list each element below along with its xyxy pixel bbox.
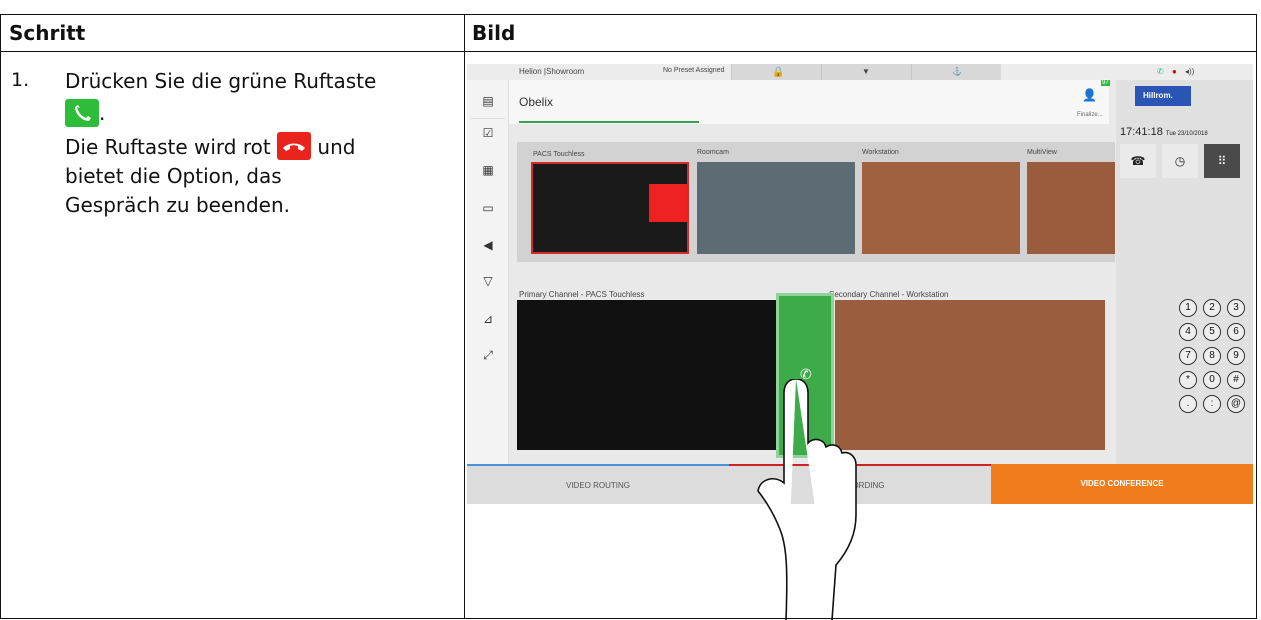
- keypad-key[interactable]: 9: [1227, 347, 1245, 365]
- lock-icon: 🔒: [772, 67, 785, 78]
- patient-header: Obelix: [509, 80, 1109, 124]
- primary-channel-label: Primary Channel - PACS Touchless: [519, 290, 645, 299]
- step-line-2b: und: [317, 134, 356, 159]
- secondary-channel-label: Secondary Channel - Workstation: [829, 290, 949, 299]
- record-indicator: [649, 184, 687, 222]
- history-button[interactable]: ◷: [1162, 144, 1198, 178]
- source-thumb-pacs[interactable]: PACS Touchless: [531, 151, 689, 254]
- keypad-key[interactable]: .: [1179, 395, 1197, 413]
- time-label: 17:41:18: [1120, 126, 1163, 138]
- chevron-down-icon: ▼: [862, 67, 870, 76]
- keypad-key[interactable]: 1: [1179, 299, 1197, 317]
- table-icon[interactable]: ⊿: [479, 312, 497, 328]
- audio-status-icon: ◂)): [1185, 67, 1195, 76]
- patient-card-icon[interactable]: ▤: [479, 94, 497, 110]
- user-icon: ⚓: [952, 67, 962, 76]
- stack-icon[interactable]: ▦: [479, 163, 497, 179]
- step-line-2a: Die Ruftaste wird rot: [65, 134, 271, 159]
- finalize-label: Finalize...: [1077, 112, 1103, 118]
- finalize-button[interactable]: 👤 97 Finalize...: [1067, 80, 1110, 124]
- source-thumb-workstation[interactable]: Workstation: [862, 149, 1020, 254]
- dialpad-button[interactable]: ⠿: [1204, 144, 1240, 178]
- source-label: PACS Touchless: [533, 151, 585, 158]
- header-step: Schritt: [9, 21, 86, 45]
- preset-label: No Preset Assigned: [663, 67, 725, 74]
- record-status-icon: ●: [1172, 67, 1177, 76]
- right-panel-buttons: ☎ ◷ ⠿: [1116, 144, 1253, 178]
- keypad-key[interactable]: 5: [1203, 323, 1221, 341]
- phonebook-button[interactable]: ☎: [1120, 144, 1156, 178]
- step-period: .: [99, 101, 106, 125]
- tab-video-routing[interactable]: VIDEO ROUTING: [467, 464, 729, 504]
- source-label: Roomcam: [697, 149, 729, 156]
- keypad-key[interactable]: 6: [1227, 323, 1245, 341]
- patient-progress: [519, 121, 699, 123]
- lock-segment[interactable]: 🔒: [731, 64, 821, 80]
- table-header: Schritt Bild: [1, 15, 1256, 52]
- step-text: Drücken Sie die grüne Ruftaste . Die Ruf…: [65, 67, 460, 220]
- source-strip: PACS Touchless Roomcam Workstation Multi…: [517, 142, 1115, 262]
- keypad-key[interactable]: 7: [1179, 347, 1197, 365]
- keypad-key[interactable]: 3: [1227, 299, 1245, 317]
- secondary-channel-view[interactable]: [835, 300, 1105, 450]
- step-line-3: bietet die Option, das: [65, 164, 282, 188]
- red-hangup-icon: [277, 132, 312, 160]
- hand-pointer-icon: [757, 379, 857, 620]
- location-label: Helion |Showroom: [519, 67, 585, 76]
- document-page: Schritt Bild 1. Drücken Sie die grüne Ru…: [0, 0, 1261, 620]
- user-check-icon: 👤: [1082, 88, 1097, 102]
- keypad-key[interactable]: 0: [1203, 371, 1221, 389]
- source-label: Workstation: [862, 149, 899, 156]
- display-icon[interactable]: ▭: [479, 201, 497, 217]
- green-call-icon: [65, 98, 99, 127]
- step-number: 1.: [11, 69, 30, 91]
- date-label: Tue 23/10/2018: [1165, 131, 1208, 137]
- keypad-key[interactable]: #: [1227, 371, 1245, 389]
- patient-name: Obelix: [519, 95, 554, 109]
- top-bar: Helion |Showroom No Preset Assigned 🔒 ▼ …: [467, 64, 1253, 80]
- primary-channel-view[interactable]: [517, 300, 777, 450]
- instruction-table: Schritt Bild 1. Drücken Sie die grüne Ru…: [0, 14, 1257, 620]
- header-image: Bild: [472, 21, 516, 45]
- step-line-2: Die Ruftaste wird rot und: [65, 132, 460, 163]
- step-line-4: Gespräch zu beenden.: [65, 193, 290, 217]
- keypad-key[interactable]: *: [1179, 371, 1197, 389]
- keypad-key[interactable]: :: [1203, 395, 1221, 413]
- keypad-key[interactable]: 4: [1179, 323, 1197, 341]
- keypad-key[interactable]: 8: [1203, 347, 1221, 365]
- speaker-icon[interactable]: ◀: [479, 238, 497, 254]
- left-nav: ▤ ☑ ▦ ▭ ◀ ▽ ⊿ ⤢: [467, 80, 509, 464]
- clock: 17:41:18 Tue 23/10/2018: [1120, 126, 1208, 138]
- nav-divider: [471, 118, 505, 119]
- column-divider: [464, 15, 465, 618]
- phone-status-icon: ✆: [1157, 67, 1164, 76]
- count-badge: 97: [1101, 80, 1110, 86]
- source-label: MultiView: [1027, 149, 1057, 156]
- dropdown-segment[interactable]: ▼: [821, 64, 911, 80]
- checklist-icon[interactable]: ☑: [479, 126, 497, 142]
- step-line-1: Drücken Sie die grüne Ruftaste: [65, 69, 377, 93]
- camera-icon[interactable]: ⤢: [479, 348, 497, 364]
- tab-video-conference[interactable]: VIDEO CONFERENCE: [991, 464, 1253, 504]
- step-line-1b: .: [65, 98, 460, 129]
- keypad-key[interactable]: @: [1227, 395, 1245, 413]
- user-segment[interactable]: ⚓: [911, 64, 1001, 80]
- keypad-key[interactable]: 2: [1203, 299, 1221, 317]
- logo-text: Hillrom.: [1143, 91, 1173, 100]
- light-icon[interactable]: ▽: [479, 274, 497, 290]
- source-thumb-multiview[interactable]: MultiView: [1027, 149, 1115, 254]
- source-thumb-roomcam[interactable]: Roomcam: [697, 149, 855, 254]
- brand-logo: Hillrom.: [1135, 86, 1191, 106]
